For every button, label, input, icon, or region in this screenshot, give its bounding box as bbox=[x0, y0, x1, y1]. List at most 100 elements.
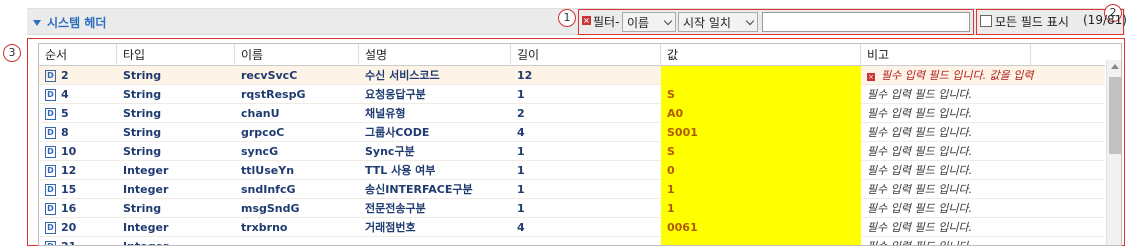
field-type-icon: D bbox=[45, 108, 56, 120]
field-count: (19/81) bbox=[1083, 13, 1127, 27]
desc-cell: 그룹사CODE bbox=[365, 126, 430, 139]
order-cell: D 15 bbox=[39, 180, 117, 199]
chevron-down-icon bbox=[33, 19, 41, 26]
desc-cell: 요청응답구분 bbox=[365, 88, 426, 101]
table-row[interactable]: D 12 Integer ttlUseYn TTL 사용 여부 1 0 필수 입력 필드 입니… bbox=[39, 161, 1105, 180]
note-cell: 필수 입력 필드 입니다. bbox=[861, 123, 1061, 142]
note-text: 필수 입력 필드 입니다. bbox=[867, 145, 973, 158]
value-input[interactable]: S bbox=[661, 142, 861, 161]
table-row[interactable]: D 16 String msgSndG 전문전송구분 1 1 필수 입력 필드 입니다. bbox=[39, 199, 1105, 218]
name-cell bbox=[235, 237, 359, 245]
type-cell: Integer bbox=[123, 164, 169, 177]
table-row[interactable]: D 8 String grpcoC 그룹사CODE 4 S001 필수 입력 필드 입니다. bbox=[39, 123, 1105, 142]
col-order-header[interactable]: 순서 bbox=[39, 44, 117, 66]
field-type-icon: D bbox=[45, 165, 56, 177]
section-title: 시스템 헤더 bbox=[47, 16, 107, 30]
note-text: 필수 입력 필드 입니다. bbox=[867, 240, 972, 245]
table-row[interactable]: D 10 String syncG Sync구분 1 S 필수 입력 필드 입니다. bbox=[39, 142, 1105, 161]
order-cell: D 16 bbox=[39, 199, 117, 218]
length-cell: 1 bbox=[517, 202, 525, 215]
callout-3: 3 bbox=[3, 44, 21, 62]
note-text: 필수 입력 필드 입니다. bbox=[867, 183, 973, 196]
value-input[interactable]: S bbox=[661, 85, 861, 104]
section-toggle[interactable]: 시스템 헤더 bbox=[33, 14, 106, 31]
type-cell: String bbox=[123, 88, 162, 101]
type-cell: Integer bbox=[123, 221, 169, 234]
vertical-scrollbar[interactable] bbox=[1106, 60, 1121, 245]
note-cell: 필수 입력 필드 입니다. bbox=[861, 199, 1061, 218]
note-text: 필수 입력 필드 입니다. bbox=[867, 164, 973, 177]
col-value-header[interactable]: 값 bbox=[661, 44, 861, 66]
value-input[interactable]: 0 bbox=[661, 161, 861, 180]
order-value: 21 bbox=[61, 240, 76, 245]
filter-field-select[interactable]: 이름 bbox=[622, 12, 676, 32]
order-value: 4 bbox=[61, 88, 69, 101]
table-row[interactable]: D 2 String recvSvcC 수신 서비스코드 12 × 필수 입력 필드 입니다.… bbox=[39, 66, 1105, 85]
desc-cell: 수신 서비스코드 bbox=[365, 69, 440, 82]
table-row[interactable]: D 20 Integer trxbrno 거래점번호 4 0061 필수 입력 필드 입니다. bbox=[39, 218, 1105, 237]
name-cell: recvSvcC bbox=[241, 69, 298, 82]
desc-cell: 채널유형 bbox=[365, 107, 406, 120]
grid-header: 순서 타입 이름 설명 길이 값 비고 bbox=[39, 44, 1105, 66]
value-input[interactable]: A0 bbox=[661, 104, 861, 123]
note-cell: × 필수 입력 필드 입니다. 값을 입력 bbox=[861, 66, 1061, 85]
clear-filter-icon[interactable]: × bbox=[582, 16, 591, 25]
desc-cell: 송신INTERFACE구분 bbox=[365, 183, 473, 196]
note-text: 필수 입력 필드 입니다. bbox=[867, 126, 973, 139]
desc-cell: 전문전송구분 bbox=[365, 202, 426, 215]
order-value: 5 bbox=[61, 107, 69, 120]
order-value: 12 bbox=[61, 164, 77, 177]
show-all-fields-checkbox[interactable] bbox=[980, 15, 992, 27]
field-type-icon: D bbox=[45, 203, 56, 215]
length-cell: 1 bbox=[517, 145, 525, 158]
order-cell: D 10 bbox=[39, 142, 117, 161]
col-length-header[interactable]: 길이 bbox=[511, 44, 661, 66]
table-row[interactable]: D 15 Integer sndInfcG 송신INTERFACE구분 1 1 필수 입력 필… bbox=[39, 180, 1105, 199]
value-input[interactable]: 1 bbox=[661, 180, 861, 199]
order-cell: D8 bbox=[39, 123, 117, 142]
scrollbar-thumb[interactable] bbox=[1109, 77, 1121, 154]
order-value: 8 bbox=[61, 126, 69, 139]
error-icon: × bbox=[867, 73, 875, 81]
order-cell: D4 bbox=[39, 85, 117, 104]
type-cell: String bbox=[123, 145, 162, 158]
field-type-icon: D bbox=[45, 146, 56, 158]
length-cell: 2 bbox=[517, 107, 525, 120]
type-cell: Integer bbox=[117, 237, 235, 245]
value-input[interactable]: 1 bbox=[661, 199, 861, 218]
desc-cell: 거래점번호 bbox=[365, 221, 416, 234]
note-cell: 필수 입력 필드 입니다. bbox=[861, 161, 1061, 180]
field-type-icon: D bbox=[45, 89, 56, 101]
order-value: 2 bbox=[61, 69, 69, 82]
filter-search-input[interactable] bbox=[762, 12, 970, 32]
col-desc-header[interactable]: 설명 bbox=[359, 44, 511, 66]
value-input[interactable] bbox=[661, 66, 861, 85]
value-input[interactable] bbox=[661, 237, 861, 245]
value-input[interactable]: S001 bbox=[661, 123, 861, 142]
note-text: 필수 입력 필드 입니다. bbox=[867, 88, 973, 101]
note-cell: 필수 입력 필드 입니다. bbox=[861, 142, 1061, 161]
order-value: 16 bbox=[61, 202, 77, 215]
name-cell: trxbrno bbox=[241, 221, 288, 234]
value-input[interactable]: 0061 bbox=[661, 218, 861, 237]
scroll-up-icon[interactable] bbox=[1111, 64, 1119, 69]
note-text: 필수 입력 필드 입니다. bbox=[867, 107, 973, 120]
type-cell: String bbox=[123, 126, 162, 139]
col-type-header[interactable]: 타입 bbox=[117, 44, 235, 66]
field-type-icon: D bbox=[45, 222, 56, 234]
filter-mode-value: 시작 일치 bbox=[683, 15, 731, 30]
filter-mode-select[interactable]: 시작 일치 bbox=[678, 12, 758, 32]
note-cell: 필수 입력 필드 입니다. bbox=[861, 104, 1061, 123]
type-cell: String bbox=[123, 107, 162, 120]
name-cell: chanU bbox=[241, 107, 280, 120]
table-row[interactable]: D 21 Integer 필수 입력 필드 입니다. bbox=[39, 237, 1105, 245]
table-row[interactable]: D 4 String rqstRespG 요청응답구분 1 S 필수 입력 필드 입니다. bbox=[39, 85, 1105, 104]
order-cell: D 21 bbox=[39, 237, 117, 245]
type-cell: Integer bbox=[123, 183, 169, 196]
order-cell: D 12 bbox=[39, 161, 117, 180]
col-name-header[interactable]: 이름 bbox=[235, 44, 359, 66]
table-row[interactable]: D 5 String chanU 채널유형 2 A0 필수 입력 필드 입니다. bbox=[39, 104, 1105, 123]
type-cell: String bbox=[123, 202, 162, 215]
order-value: 10 bbox=[61, 145, 77, 158]
col-note-header[interactable]: 비고 bbox=[861, 44, 1031, 66]
